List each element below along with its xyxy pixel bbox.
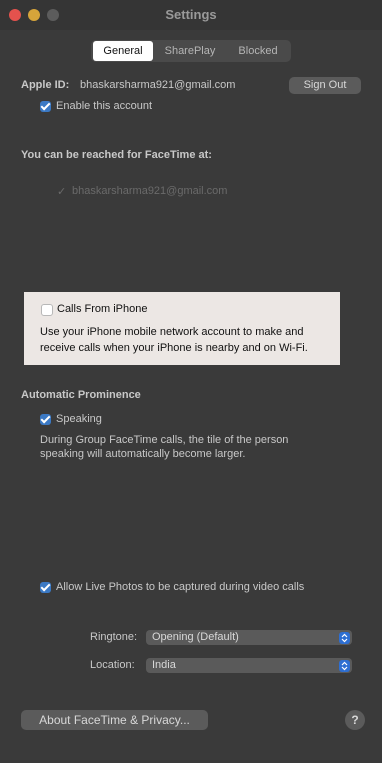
sign-out-button[interactable]: Sign Out [289, 77, 361, 94]
enable-account-checkbox[interactable] [40, 101, 51, 112]
speaking-checkbox[interactable] [40, 414, 51, 425]
location-popup[interactable]: India [146, 658, 352, 673]
help-button[interactable]: ? [345, 710, 365, 730]
tab-shareplay[interactable]: SharePlay [160, 40, 220, 62]
enable-account-label: Enable this account [56, 100, 153, 112]
reach-check-icon: ✓ [57, 186, 67, 198]
calls-description-line2: receive calls when your iPhone is nearby… [40, 342, 308, 354]
calls-from-iphone-checkbox[interactable] [41, 304, 53, 316]
tab-blocked[interactable]: Blocked [228, 40, 288, 62]
apple-id-label: Apple ID: [21, 79, 70, 91]
updown-chevron-icon [339, 631, 350, 644]
ringtone-value: Opening (Default) [152, 631, 239, 643]
calls-description-line1: Use your iPhone mobile network account t… [40, 326, 304, 338]
location-value: India [152, 659, 176, 671]
ringtone-popup[interactable]: Opening (Default) [146, 630, 352, 645]
prominence-description-line2: speaking will automatically become large… [40, 448, 246, 460]
prominence-heading: Automatic Prominence [21, 389, 141, 401]
tab-general[interactable]: General [93, 41, 153, 61]
live-photos-checkbox[interactable] [40, 582, 51, 593]
window-title: Settings [165, 7, 217, 22]
ringtone-label: Ringtone: [90, 631, 138, 643]
updown-chevron-icon [339, 659, 350, 672]
about-facetime-privacy-button[interactable]: About FaceTime & Privacy... [21, 710, 208, 730]
reach-email: bhaskarsharma921@gmail.com [72, 185, 228, 197]
calls-from-iphone-label: Calls From iPhone [57, 303, 148, 315]
apple-id-value: bhaskarsharma921@gmail.com [80, 79, 236, 91]
speaking-label: Speaking [56, 413, 102, 425]
reach-heading: You can be reached for FaceTime at: [21, 149, 212, 161]
live-photos-label: Allow Live Photos to be captured during … [56, 581, 305, 593]
location-label: Location: [90, 659, 135, 671]
prominence-description-line1: During Group FaceTime calls, the tile of… [40, 434, 289, 446]
